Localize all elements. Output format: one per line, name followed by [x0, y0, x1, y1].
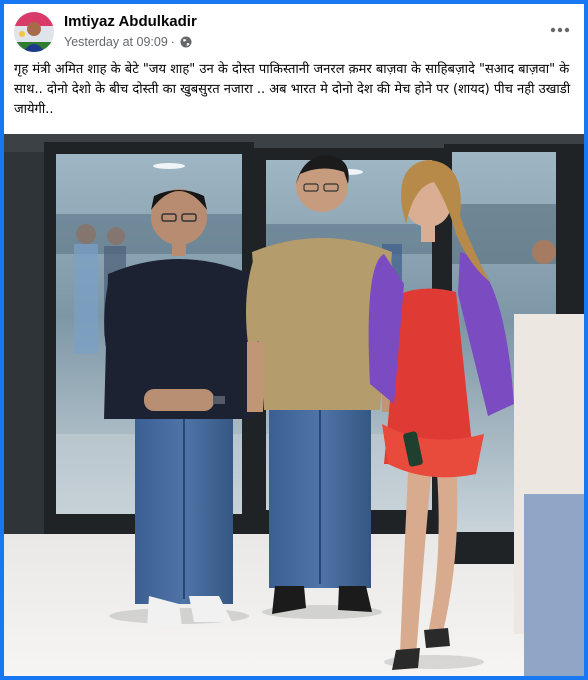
more-options-icon — [550, 27, 570, 33]
avatar[interactable] — [14, 12, 54, 52]
author-name[interactable]: Imtiyaz Abdulkadir — [64, 13, 197, 30]
post-timestamp[interactable]: Yesterday at 09:09 — [64, 35, 168, 49]
globe-icon[interactable] — [180, 36, 192, 48]
post-meta: Yesterday at 09:09 · — [64, 35, 192, 49]
post-card: Imtiyaz Abdulkadir Yesterday at 09:09 · … — [4, 4, 584, 676]
post-header: Imtiyaz Abdulkadir Yesterday at 09:09 · — [4, 4, 584, 56]
more-options-button[interactable] — [546, 16, 574, 44]
post-photo[interactable] — [4, 134, 584, 676]
meta-separator: · — [170, 35, 175, 49]
post-text: गृह मंत्री अमित शाह के बेटे "जय शाह" उन … — [14, 62, 571, 117]
